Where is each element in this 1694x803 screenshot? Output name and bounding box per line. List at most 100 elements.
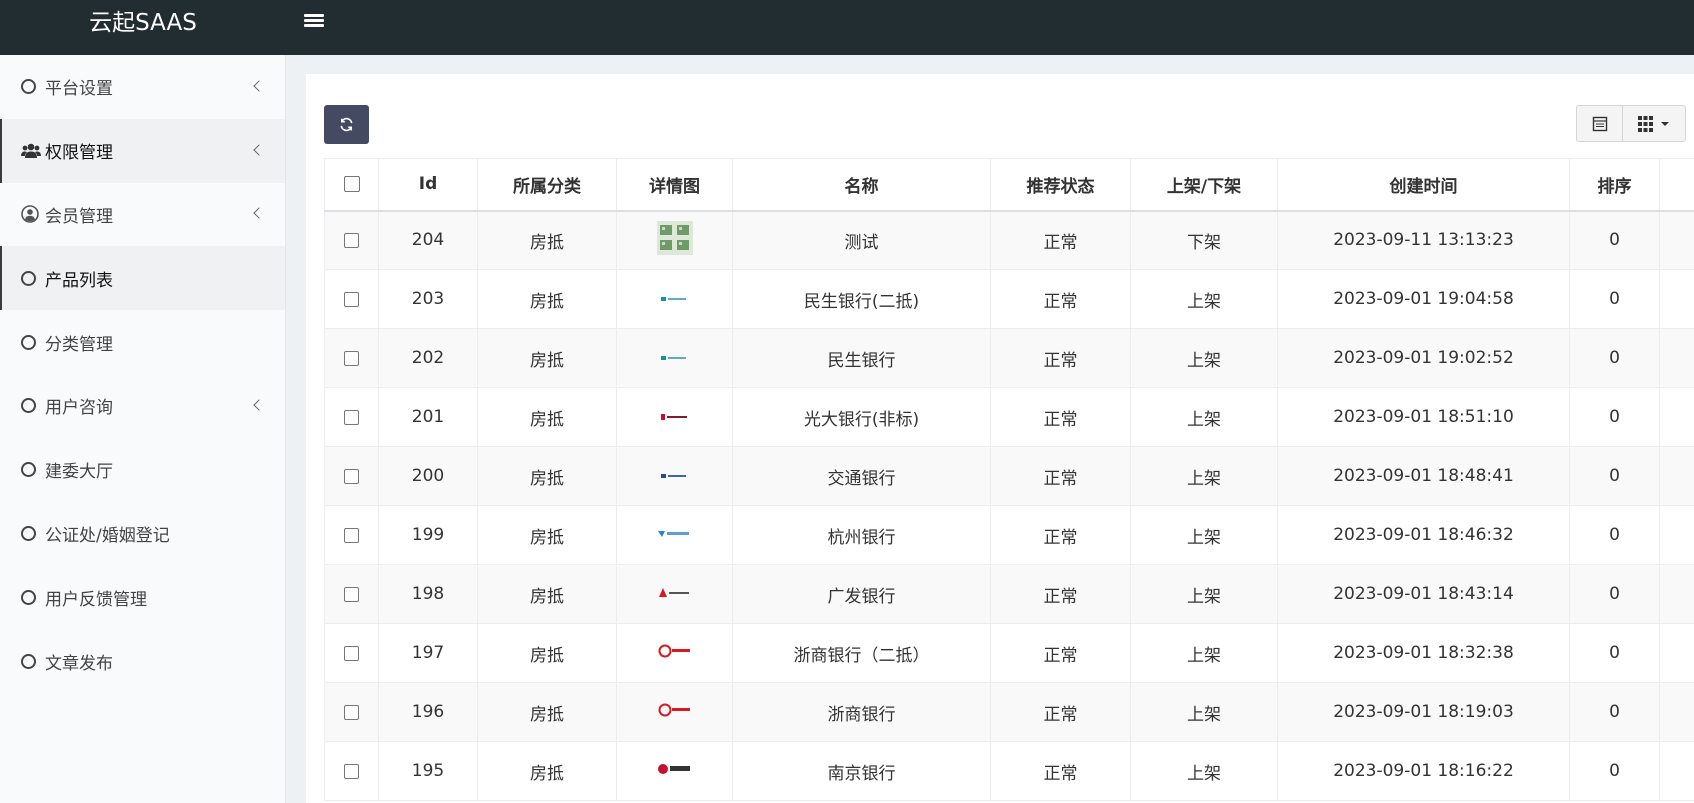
table-row[interactable]: 198 房抵 广发银行 正常 上架 2023-09-01 18:43:14 0 bbox=[324, 564, 1694, 624]
user-circle-icon bbox=[21, 205, 39, 224]
category-cell: 房抵 bbox=[477, 446, 617, 506]
table-row[interactable]: 195 房抵 南京银行 正常 上架 2023-09-01 18:16:22 0 bbox=[324, 741, 1694, 801]
columns-dropdown-button[interactable] bbox=[1623, 106, 1685, 141]
row-checkbox[interactable] bbox=[344, 645, 359, 661]
circle-icon bbox=[21, 525, 36, 541]
sidebar-item-7[interactable]: 公证处/婚姻登记 bbox=[0, 502, 285, 566]
circle-icon bbox=[21, 462, 36, 478]
id-cell: 202 bbox=[378, 328, 478, 388]
category-cell: 房抵 bbox=[477, 269, 617, 329]
operate-cell bbox=[1659, 564, 1694, 624]
column-header-detail-image[interactable]: 详情图 bbox=[616, 158, 733, 212]
bocom-logo[interactable] bbox=[660, 466, 690, 486]
table-row[interactable]: 197 房抵 浙商银行（二抵） 正常 上架 2023-09-01 18:32:38 0 bbox=[324, 623, 1694, 683]
hamburger-menu-icon[interactable] bbox=[304, 12, 324, 32]
operate-cell bbox=[1659, 682, 1694, 742]
everbright-logo[interactable] bbox=[660, 407, 690, 427]
column-header-recommend-status[interactable]: 推荐状态 bbox=[990, 158, 1131, 212]
row-select-cell bbox=[324, 446, 379, 506]
row-select-cell bbox=[324, 328, 379, 388]
column-header-created-time[interactable]: 创建时间 bbox=[1277, 158, 1570, 212]
row-checkbox[interactable] bbox=[344, 763, 359, 779]
name-cell: 广发银行 bbox=[732, 564, 991, 624]
sort-cell: 0 bbox=[1569, 210, 1660, 270]
toggle-view-button[interactable] bbox=[1577, 106, 1623, 141]
top-navbar: 云起SAAS bbox=[0, 0, 1694, 55]
row-checkbox[interactable] bbox=[344, 527, 359, 543]
chevron-left-icon bbox=[253, 80, 265, 92]
czbank-logo[interactable] bbox=[658, 643, 692, 663]
minsheng-logo[interactable] bbox=[660, 289, 690, 309]
name-cell: 光大银行(非标) bbox=[732, 387, 991, 447]
table-row[interactable]: 203 房抵 民生银行(二抵) 正常 上架 2023-09-01 19:04:58 0 bbox=[324, 269, 1694, 329]
sidebar-item-1[interactable]: 权限管理 bbox=[0, 118, 285, 183]
recommend-status-cell: 正常 bbox=[990, 564, 1131, 624]
shelf-status-cell: 上架 bbox=[1130, 682, 1278, 742]
refresh-button[interactable] bbox=[324, 105, 369, 144]
table-row[interactable]: 201 房抵 光大银行(非标) 正常 上架 2023-09-01 18:51:10 0 bbox=[324, 387, 1694, 447]
table-row[interactable]: 204 房抵 测试 正常 下架 2023-09-11 13:13:23 0 bbox=[324, 210, 1694, 270]
column-header-sort[interactable]: 排序 bbox=[1569, 158, 1660, 212]
hangzhou-logo[interactable] bbox=[657, 525, 693, 545]
created-time-cell: 2023-09-01 18:19:03 bbox=[1277, 682, 1570, 742]
category-cell: 房抵 bbox=[477, 387, 617, 447]
sidebar-item-8[interactable]: 用户反馈管理 bbox=[0, 565, 285, 629]
id-cell: 198 bbox=[378, 564, 478, 624]
select-all-checkbox[interactable] bbox=[343, 176, 360, 193]
column-header-id[interactable]: Id bbox=[378, 158, 478, 212]
row-checkbox[interactable] bbox=[344, 232, 359, 248]
name-cell: 浙商银行 bbox=[732, 682, 991, 742]
shelf-status-cell: 上架 bbox=[1130, 269, 1278, 329]
category-cell: 房抵 bbox=[477, 623, 617, 683]
thumbnail-cell bbox=[616, 682, 733, 742]
cgb-logo[interactable] bbox=[658, 584, 692, 604]
row-checkbox[interactable] bbox=[344, 409, 359, 425]
house-image[interactable] bbox=[656, 220, 693, 260]
nanjing-logo[interactable] bbox=[657, 761, 693, 781]
sidebar-item-9[interactable]: 文章发布 bbox=[0, 629, 285, 693]
main-panel: Id 所属分类 详情图 名称 推荐状态 上架/下架 创建时间 排序 204 房抵测… bbox=[306, 74, 1694, 803]
czbank-logo[interactable] bbox=[658, 702, 692, 722]
table-row[interactable]: 200 房抵 交通银行 正常 上架 2023-09-01 18:48:41 0 bbox=[324, 446, 1694, 506]
row-checkbox[interactable] bbox=[344, 468, 359, 484]
table-row[interactable]: 202 房抵 民生银行 正常 上架 2023-09-01 19:02:52 0 bbox=[324, 328, 1694, 388]
table-row[interactable]: 196 房抵 浙商银行 正常 上架 2023-09-01 18:19:03 0 bbox=[324, 682, 1694, 742]
column-header-shelf-status[interactable]: 上架/下架 bbox=[1130, 158, 1278, 212]
sort-cell: 0 bbox=[1569, 505, 1660, 565]
shelf-status-cell: 下架 bbox=[1130, 210, 1278, 270]
shelf-status-cell: 上架 bbox=[1130, 446, 1278, 506]
name-cell: 交通银行 bbox=[732, 446, 991, 506]
sort-cell: 0 bbox=[1569, 269, 1660, 329]
row-select-cell bbox=[324, 741, 379, 801]
column-header-name[interactable]: 名称 bbox=[732, 158, 991, 212]
sidebar-item-4[interactable]: 分类管理 bbox=[0, 310, 285, 374]
sidebar-item-2[interactable]: 会员管理 bbox=[0, 183, 285, 247]
column-header-category[interactable]: 所属分类 bbox=[477, 158, 617, 212]
sidebar-item-label: 文章发布 bbox=[45, 653, 113, 674]
sidebar-item-5[interactable]: 用户咨询 bbox=[0, 374, 285, 438]
column-header-operate bbox=[1659, 158, 1694, 212]
refresh-icon bbox=[340, 117, 353, 132]
operate-cell bbox=[1659, 328, 1694, 388]
operate-cell bbox=[1659, 505, 1694, 565]
sidebar-item-0[interactable]: 平台设置 bbox=[0, 55, 285, 119]
row-checkbox[interactable] bbox=[344, 586, 359, 602]
users-icon bbox=[21, 143, 41, 159]
minsheng-logo[interactable] bbox=[660, 348, 690, 368]
sidebar-item-3[interactable]: 产品列表 bbox=[0, 246, 285, 311]
category-cell: 房抵 bbox=[477, 210, 617, 270]
thumbnail-cell bbox=[616, 328, 733, 388]
row-checkbox[interactable] bbox=[344, 704, 359, 720]
sidebar-item-6[interactable]: 建委大厅 bbox=[0, 438, 285, 502]
row-checkbox[interactable] bbox=[344, 291, 359, 307]
sidebar-item-label: 用户咨询 bbox=[45, 398, 113, 419]
operate-cell bbox=[1659, 387, 1694, 447]
row-checkbox[interactable] bbox=[344, 350, 359, 366]
thumbnail-cell bbox=[616, 564, 733, 624]
table-row[interactable]: 199 房抵 杭州银行 正常 上架 2023-09-01 18:46:32 0 bbox=[324, 505, 1694, 565]
chevron-left-icon bbox=[253, 207, 265, 220]
sidebar-item-label: 权限管理 bbox=[45, 143, 113, 164]
sort-cell: 0 bbox=[1569, 564, 1660, 624]
app-brand[interactable]: 云起SAAS bbox=[0, 0, 286, 55]
chevron-left-icon bbox=[253, 144, 265, 156]
